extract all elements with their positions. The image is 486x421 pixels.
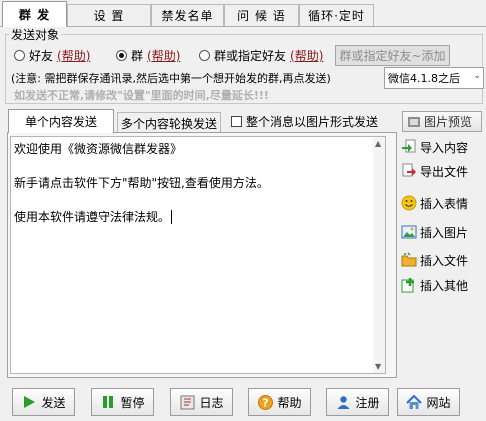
radio-circle-selected [116,49,127,61]
log-icon [179,394,195,410]
home-icon [406,394,423,410]
svg-text:?: ? [262,396,268,409]
log-label: 日志 [199,395,224,410]
editor-line: 使用本软件请遵守法律法规。 [14,210,173,224]
radio-label: 群 [131,48,144,63]
notice-warning: 如发送不正常,请修改"设置"里面的时间,尽量延长!!! [14,89,269,102]
export-file-button[interactable]: 导出文件 [401,160,481,182]
insert-image-label: 插入图片 [420,225,469,240]
export-label: 导出文件 [420,164,469,179]
tab-blacklist[interactable]: 禁发名单 [151,4,224,26]
picture-icon [407,115,421,129]
checkbox-label: 整个消息以图片形式发送 [246,114,379,129]
help-label: 帮助 [277,395,302,410]
help-link-friends[interactable]: (帮助) [57,47,90,64]
radio-circle [14,49,25,61]
add-target-button[interactable]: 群或指定好友~添加 [335,45,450,66]
export-icon [401,163,417,179]
radio-groups-or-friends[interactable]: 群或指定好友 (帮助) [199,47,323,63]
user-icon [335,394,351,410]
register-label: 注册 [355,395,380,410]
tab-single-content[interactable]: 单个内容发送 [8,109,114,133]
checkbox-box [231,115,242,127]
import-content-button[interactable]: 导入内容 [401,136,481,158]
send-label: 发送 [41,395,66,410]
version-select[interactable]: 微信4.1.8之后 ⌄ [384,67,484,89]
emoji-label: 插入表情 [420,196,469,211]
radio-circle [199,49,210,61]
radio-label: 群或指定好友 [214,48,287,63]
as-image-checkbox[interactable]: 整个消息以图片形式发送 [231,113,378,129]
tab-multi-content[interactable]: 多个内容轮换发送 [117,112,221,133]
register-button[interactable]: 注册 [326,388,389,416]
send-target-label: 发送对象 [9,26,62,43]
radio-friends[interactable]: 好友 (帮助) [14,47,90,63]
help-link-groups-or-friends[interactable]: (帮助) [290,47,323,64]
radio-groups[interactable]: 群 (帮助) [116,47,180,63]
insert-file-label: 插入文件 [420,253,469,268]
folder-icon [401,252,417,268]
chevron-down-icon: ⌄ [473,71,481,81]
tab-loop-timer[interactable]: 循环·定时 [299,4,374,26]
pause-icon [100,394,116,410]
tab-strip-line [0,26,486,27]
image-preview-label: 图片预览 [424,115,473,129]
editor-line: 欢迎使用《微资源微信群发器》 [14,142,183,156]
pause-label: 暂停 [120,395,145,410]
website-button[interactable]: 网站 [397,388,460,416]
insert-emoji-button[interactable]: 插入表情 [401,192,481,214]
help-link-groups[interactable]: (帮助) [147,47,180,64]
pause-button[interactable]: 暂停 [91,388,154,416]
insert-other-button[interactable]: 插入其他 [401,274,481,296]
log-button[interactable]: 日志 [170,388,233,416]
import-icon [401,139,417,155]
tab-greetings[interactable]: 问 候 语 [224,4,299,26]
question-icon: ? [257,394,273,410]
message-editor[interactable]: 欢迎使用《微资源微信群发器》 新手请点击软件下方"帮助"按钮,查看使用方法。 使… [10,136,386,374]
notice-text: (注意: 需把群保存通讯录,然后选中第一个想开始发的群,再点发送) [11,72,331,85]
insert-image-button[interactable]: 插入图片 [401,221,481,243]
insert-file-button[interactable]: 插入文件 [401,249,481,271]
editor-scrollbar[interactable]: ▲ ▼ [373,137,385,373]
send-button[interactable]: 发送 [12,388,75,416]
smiley-icon [401,195,417,211]
import-label: 导入内容 [420,140,469,155]
website-label: 网站 [426,395,451,410]
scroll-down-icon[interactable]: ▼ [375,362,381,371]
image-preview-button[interactable]: 图片预览 [402,111,482,132]
plus-icon [401,277,417,293]
tab-group-send[interactable]: 群 发 [2,1,67,27]
radio-label: 好友 [29,48,54,63]
version-select-value: 微信4.1.8之后 [388,72,460,85]
image-icon [401,224,417,240]
scroll-up-icon[interactable]: ▲ [375,139,381,148]
tab-settings[interactable]: 设 置 [67,4,151,26]
play-icon [21,394,37,410]
insert-other-label: 插入其他 [420,278,469,293]
help-button[interactable]: ? 帮助 [248,388,311,416]
editor-line: 新手请点击软件下方"帮助"按钮,查看使用方法。 [14,176,269,190]
